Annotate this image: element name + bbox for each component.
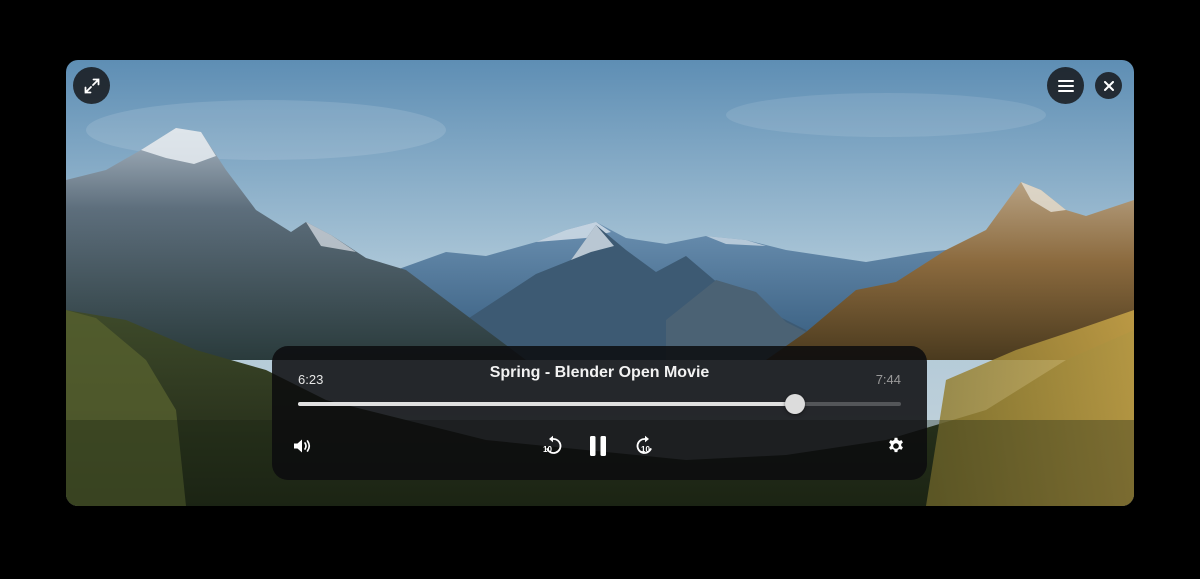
total-duration[interactable]: 7:44	[876, 372, 901, 387]
gear-icon	[889, 437, 903, 453]
video-title: Spring - Blender Open Movie	[489, 364, 710, 381]
seek-progress-fill	[298, 402, 796, 406]
close-window-button[interactable]	[1095, 72, 1122, 99]
hamburger-menu-icon	[1057, 79, 1074, 92]
forward-10-button[interactable]: 10	[632, 434, 656, 458]
speaker-icon	[294, 439, 311, 453]
seek-handle[interactable]	[785, 394, 806, 414]
main-menu-button[interactable]	[1047, 67, 1084, 104]
seek-slider[interactable]	[298, 394, 901, 414]
volume-button[interactable]	[291, 434, 315, 458]
fullscreen-button[interactable]	[73, 67, 110, 104]
expand-arrows-icon	[84, 78, 99, 93]
video-player-window: 6:23 Spring - Blender Open Movie 7:44 10	[66, 60, 1134, 506]
rewind-seconds-label: 10	[543, 445, 552, 454]
play-pause-button[interactable]	[586, 434, 610, 458]
close-icon	[1103, 80, 1114, 91]
settings-button[interactable]	[884, 434, 908, 458]
rewind-10-button[interactable]: 10	[542, 434, 566, 458]
playback-controls-panel: 6:23 Spring - Blender Open Movie 7:44 10	[272, 346, 927, 480]
forward-seconds-label: 10	[641, 445, 650, 454]
pause-icon	[590, 436, 606, 456]
